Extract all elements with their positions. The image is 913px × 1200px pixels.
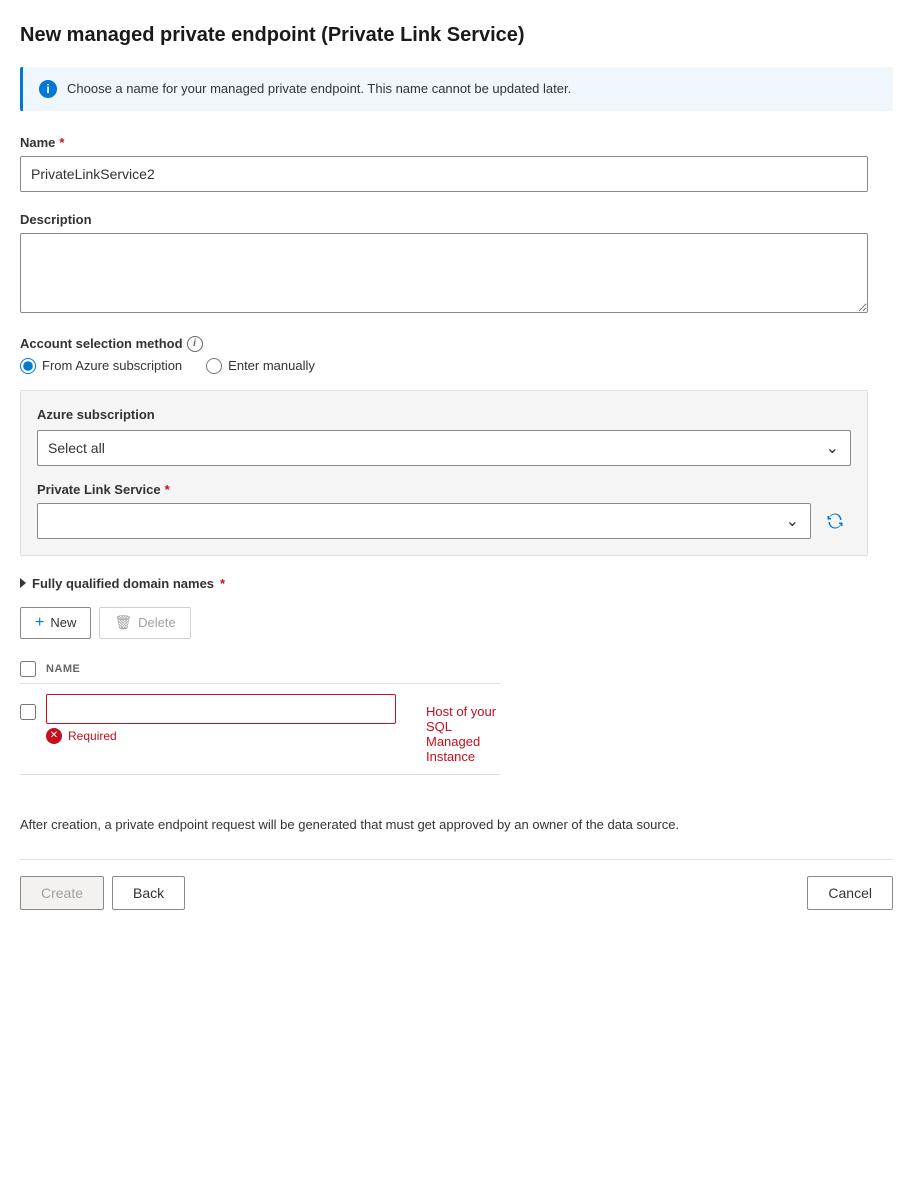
name-field-group: Name *: [20, 135, 893, 192]
private-link-service-label: Private Link Service *: [37, 482, 851, 497]
footer-left-buttons: Create Back: [20, 876, 185, 910]
hint-text: Host of your SQL Managed Instance: [426, 704, 500, 764]
description-label: Description: [20, 212, 893, 227]
fqdn-row-input[interactable]: [46, 694, 396, 724]
private-link-select-wrapper: [37, 503, 811, 539]
private-link-row: [37, 503, 851, 539]
fqdn-table: NAME ✕ Required Host of your SQL Managed…: [20, 655, 500, 775]
name-label: Name *: [20, 135, 893, 150]
azure-subscription-group: Azure subscription Select all: [37, 407, 851, 466]
private-link-required-star: *: [165, 482, 170, 497]
row-separator: [20, 774, 500, 775]
delete-button[interactable]: 🗑 Delete: [99, 607, 190, 639]
table-select-all-checkbox[interactable]: [20, 661, 36, 677]
fqdn-label: Fully qualified domain names: [32, 576, 214, 591]
info-box: i Choose a name for your managed private…: [20, 67, 893, 111]
cancel-button[interactable]: Cancel: [807, 876, 893, 910]
subscription-box: Azure subscription Select all Private Li…: [20, 390, 868, 556]
fqdn-group: Fully qualified domain names * + New 🗑 D…: [20, 576, 893, 775]
azure-subscription-select-wrapper: Select all: [37, 430, 851, 466]
trash-icon: 🗑: [114, 614, 132, 631]
table-header-row: NAME: [20, 655, 500, 684]
private-link-service-group: Private Link Service *: [37, 482, 851, 539]
triangle-icon: [20, 578, 26, 588]
delete-button-label: Delete: [138, 615, 176, 630]
row-checkbox[interactable]: [20, 704, 36, 720]
radio-enter-manually[interactable]: Enter manually: [206, 358, 315, 374]
back-button[interactable]: Back: [112, 876, 185, 910]
private-link-service-select[interactable]: [37, 503, 811, 539]
account-selection-group: Account selection method i From Azure su…: [20, 336, 893, 556]
row-content: ✕ Required: [46, 694, 396, 744]
fqdn-toolbar: + New 🗑 Delete: [20, 607, 893, 639]
fqdn-section-header: Fully qualified domain names *: [20, 576, 893, 591]
info-icon: i: [39, 80, 57, 98]
table-row: ✕ Required Host of your SQL Managed Inst…: [20, 684, 500, 774]
azure-subscription-label: Azure subscription: [37, 407, 851, 422]
footer-note: After creation, a private endpoint reque…: [20, 815, 868, 836]
radio-group: From Azure subscription Enter manually: [20, 358, 893, 374]
account-info-icon[interactable]: i: [187, 336, 203, 352]
col-name-header: NAME: [46, 663, 80, 675]
fqdn-required-star: *: [220, 576, 225, 591]
error-message: ✕ Required: [46, 728, 396, 744]
error-icon: ✕: [46, 728, 62, 744]
radio-azure-label: From Azure subscription: [42, 358, 182, 373]
refresh-button[interactable]: [819, 505, 851, 537]
new-button-label: New: [50, 615, 76, 630]
name-input[interactable]: [20, 156, 868, 192]
azure-subscription-select[interactable]: Select all: [37, 430, 851, 466]
plus-icon: +: [35, 614, 44, 632]
description-input[interactable]: [20, 233, 868, 313]
name-required-star: *: [59, 135, 64, 150]
account-selection-label: Account selection method i: [20, 336, 893, 352]
footer-buttons: Create Back Cancel: [20, 859, 893, 910]
radio-azure-subscription[interactable]: From Azure subscription: [20, 358, 182, 374]
create-button[interactable]: Create: [20, 876, 104, 910]
radio-manual-label: Enter manually: [228, 358, 315, 373]
info-box-text: Choose a name for your managed private e…: [67, 79, 571, 99]
page-title: New managed private endpoint (Private Li…: [20, 24, 893, 47]
new-button[interactable]: + New: [20, 607, 91, 639]
error-text: Required: [68, 729, 117, 743]
description-field-group: Description: [20, 212, 893, 316]
